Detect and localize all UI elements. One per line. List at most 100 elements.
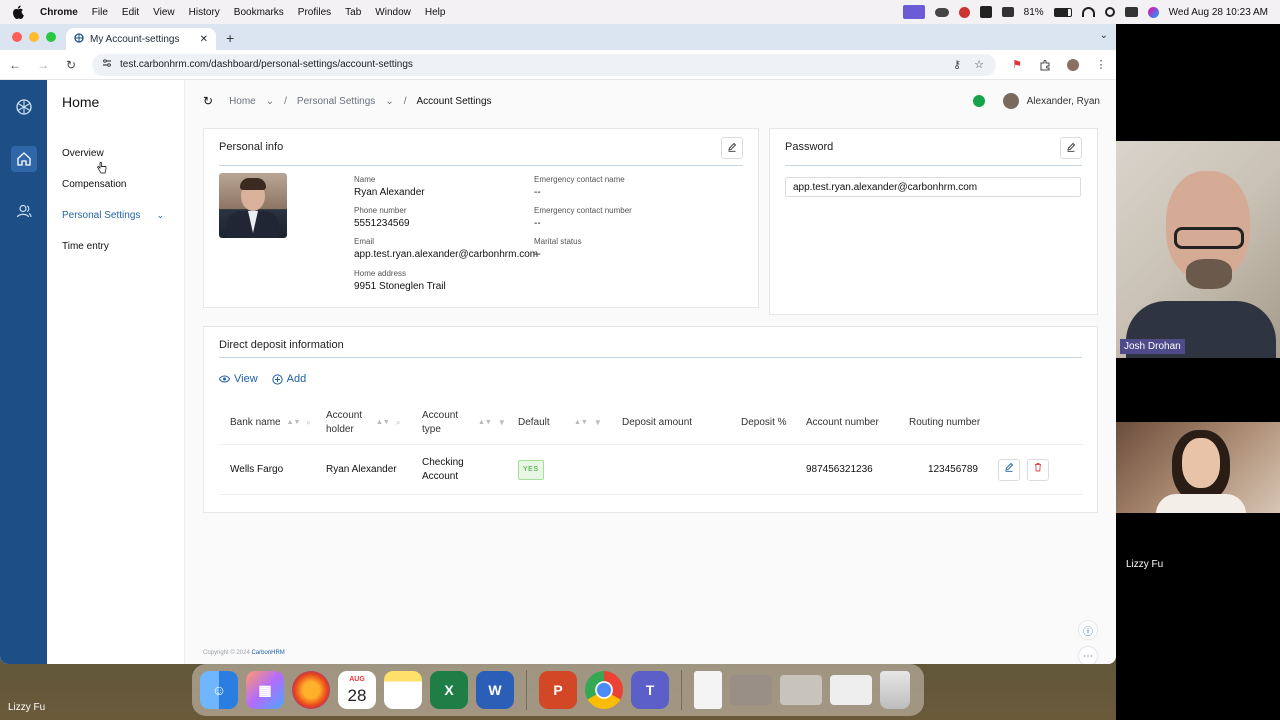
- cloud-icon[interactable]: [934, 7, 949, 17]
- minimize-window-button[interactable]: [29, 32, 39, 42]
- battery-icon[interactable]: [1053, 7, 1072, 17]
- breadcrumb-personal-settings[interactable]: Personal Settings: [297, 96, 375, 107]
- field-label: Email: [354, 237, 375, 246]
- add-label: Add: [286, 373, 307, 385]
- menu-view[interactable]: View: [153, 7, 175, 18]
- close-window-button[interactable]: [12, 32, 22, 42]
- view-button[interactable]: View: [219, 373, 258, 385]
- profile-photo: [219, 173, 287, 238]
- home-icon[interactable]: [10, 146, 37, 172]
- window-thumbnail-icon[interactable]: [830, 675, 872, 705]
- delete-row-button[interactable]: [1027, 458, 1049, 481]
- menu-file[interactable]: File: [92, 7, 108, 18]
- info-help-button[interactable]: ⓘ: [1078, 620, 1098, 640]
- close-tab-icon[interactable]: ✕: [200, 34, 208, 45]
- window-thumbnail-icon[interactable]: [730, 675, 772, 705]
- add-button[interactable]: Add: [272, 373, 307, 385]
- browser-window: My Account-settings ✕ + ⌄ ← → ↻ test.car…: [0, 24, 1116, 664]
- breadcrumb-home[interactable]: Home: [229, 96, 256, 107]
- column-label: Account number: [806, 416, 879, 428]
- edit-personal-info-button[interactable]: [721, 137, 743, 159]
- sidebar-item-overview[interactable]: Overview: [62, 148, 184, 179]
- copyright-brand-link[interactable]: CarbonHRM: [251, 650, 284, 656]
- apple-icon[interactable]: [12, 5, 26, 19]
- back-arrow-icon[interactable]: ←: [8, 58, 22, 72]
- main-content: ↻ Home ⌄ / Personal Settings ⌄ / Account…: [185, 80, 1116, 664]
- globe-icon[interactable]: [972, 95, 985, 107]
- trash-icon[interactable]: [880, 671, 910, 709]
- refresh-icon[interactable]: ↻: [203, 94, 213, 108]
- sidebar-item-compensation[interactable]: Compensation: [62, 179, 184, 210]
- pdf-document-icon[interactable]: [694, 671, 722, 709]
- filter-icon[interactable]: ▼: [498, 416, 506, 430]
- cell-account-number: 987456321236: [806, 463, 873, 475]
- url-text[interactable]: test.carbonhrm.com/dashboard/personal-se…: [120, 59, 942, 70]
- search-icon[interactable]: ⌕: [396, 416, 400, 430]
- chat-button[interactable]: ⋯: [1078, 646, 1098, 664]
- sidebar-item-time-entry[interactable]: Time entry: [62, 241, 184, 272]
- display-icon[interactable]: [1001, 7, 1014, 17]
- excel-icon[interactable]: X: [430, 671, 468, 709]
- password-key-icon[interactable]: ⚷: [950, 58, 964, 72]
- screen-share-icon[interactable]: [902, 5, 925, 19]
- chrome-icon[interactable]: [585, 671, 623, 709]
- sort-icon[interactable]: ▲▼: [574, 419, 588, 426]
- search-icon[interactable]: [1104, 7, 1115, 17]
- column-bank-name[interactable]: Bank name ▲▼ ⌕: [219, 416, 315, 430]
- firefox-icon[interactable]: [292, 671, 330, 709]
- menu-app-name[interactable]: Chrome: [40, 7, 78, 18]
- launchpad-icon[interactable]: ▦: [246, 671, 284, 709]
- user-menu[interactable]: Alexander, Ryan: [972, 93, 1100, 109]
- menu-edit[interactable]: Edit: [122, 7, 139, 18]
- menu-help[interactable]: Help: [425, 7, 446, 18]
- siri-icon[interactable]: [1147, 6, 1159, 18]
- forward-arrow-icon[interactable]: →: [36, 58, 50, 72]
- carbonhrm-logo-icon[interactable]: [11, 94, 37, 120]
- wifi-icon[interactable]: [1081, 7, 1095, 17]
- people-icon[interactable]: [11, 198, 37, 224]
- teams-icon[interactable]: T: [631, 671, 669, 709]
- window-thumbnail-icon[interactable]: [780, 675, 822, 705]
- flag-extension-icon[interactable]: ⚑: [1010, 58, 1024, 72]
- calendar-icon[interactable]: AUG 28: [338, 671, 376, 709]
- word-icon[interactable]: W: [476, 671, 514, 709]
- edit-row-button[interactable]: [998, 458, 1020, 481]
- keyboard-input-icon[interactable]: [979, 6, 992, 18]
- column-default[interactable]: Default ▲▼ ▼: [507, 416, 611, 430]
- new-tab-icon[interactable]: +: [226, 30, 234, 46]
- browser-tab-active[interactable]: My Account-settings ✕: [66, 28, 216, 50]
- profile-avatar-icon[interactable]: [1066, 58, 1080, 72]
- menu-history[interactable]: History: [189, 7, 220, 18]
- control-center-icon[interactable]: [1124, 7, 1138, 17]
- column-label: Default: [518, 416, 550, 428]
- finder-icon[interactable]: ☺: [200, 671, 238, 709]
- column-account-type[interactable]: Account type ▲▼ ▼: [411, 409, 507, 437]
- sort-icon[interactable]: ▲▼: [478, 419, 492, 426]
- address-bar[interactable]: test.carbonhrm.com/dashboard/personal-se…: [92, 53, 996, 76]
- password-login-field[interactable]: app.test.ryan.alexander@carbonhrm.com: [785, 177, 1081, 197]
- sort-icon[interactable]: ▲▼: [287, 419, 301, 426]
- sidebar-item-personal-settings[interactable]: Personal Settings ⌄: [62, 210, 184, 241]
- bookmark-star-icon[interactable]: ☆: [972, 58, 986, 72]
- site-info-icon[interactable]: [102, 58, 112, 71]
- reload-icon[interactable]: ↻: [64, 58, 78, 72]
- video-tile-participant-1[interactable]: Josh Drohan: [1116, 141, 1280, 358]
- menu-tab[interactable]: Tab: [345, 7, 361, 18]
- browser-menu-kebab-icon[interactable]: ⋮: [1094, 58, 1108, 72]
- field-label: Name: [354, 175, 376, 184]
- video-tile-participant-2[interactable]: [1116, 422, 1280, 513]
- notes-icon[interactable]: [384, 671, 422, 709]
- menu-window[interactable]: Window: [375, 7, 411, 18]
- filter-icon[interactable]: ▼: [594, 416, 602, 430]
- column-account-holder[interactable]: Account holder ▲▼ ⌕: [315, 409, 411, 437]
- menu-profiles[interactable]: Profiles: [298, 7, 331, 18]
- record-icon[interactable]: [958, 6, 970, 18]
- edit-password-button[interactable]: [1060, 137, 1082, 159]
- menu-bookmarks[interactable]: Bookmarks: [234, 7, 284, 18]
- zoom-window-button[interactable]: [46, 32, 56, 42]
- extensions-puzzle-icon[interactable]: [1038, 58, 1052, 72]
- search-icon[interactable]: ⌕: [306, 416, 310, 430]
- tab-search-chevron-icon[interactable]: ⌄: [1100, 30, 1108, 41]
- sort-icon[interactable]: ▲▼: [376, 419, 390, 426]
- powerpoint-icon[interactable]: P: [539, 671, 577, 709]
